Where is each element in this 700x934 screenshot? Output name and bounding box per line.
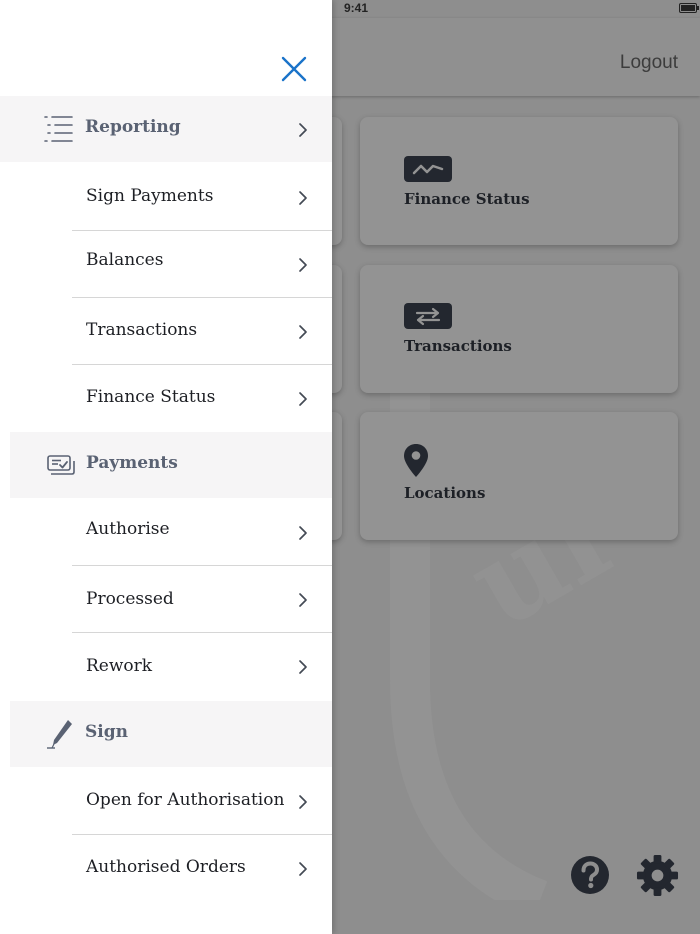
section-title: Sign [85,722,128,742]
chevron-right-icon [299,191,307,205]
battery-icon [679,3,699,13]
chevron-right-icon [299,258,307,272]
side-menu-drawer: Reporting Sign Payments Balances Transac… [0,0,332,934]
menu-section-reporting[interactable]: Reporting [0,96,332,162]
menu-item-authorised-orders[interactable]: Authorised Orders [72,835,332,902]
swap-arrows-icon [404,303,452,329]
chevron-right-icon [299,795,307,809]
help-icon[interactable] [570,855,610,895]
section-title: Reporting [85,117,181,137]
map-pin-icon [404,444,428,477]
menu-item-label: Open for Authorisation [86,790,285,810]
menu-item-label: Processed [86,589,174,609]
section-title: Payments [86,453,178,473]
menu-section-sign[interactable]: Sign [10,701,332,767]
menu-item-label: Balances [86,250,164,270]
chevron-right-icon [299,862,307,876]
chevron-right-icon [299,660,307,674]
menu-item-label: Authorised Orders [86,857,246,877]
tile-label: Transactions [404,337,512,355]
close-icon[interactable] [281,56,307,82]
gear-icon[interactable] [636,854,679,897]
locations-tile[interactable]: Locations [360,412,678,540]
tile-label: Finance Status [404,190,530,208]
chevron-right-icon [299,325,307,339]
menu-item-label: Sign Payments [86,186,214,206]
menu-item-label: Rework [86,656,153,676]
menu-item-sign-payments[interactable]: Sign Payments [72,164,332,231]
menu-item-open-for-authorisation[interactable]: Open for Authorisation [72,768,332,835]
finance-status-tile[interactable]: Finance Status [360,117,678,245]
chart-line-icon [404,156,452,182]
status-time: 9:41 [344,1,369,15]
chevron-right-icon [299,526,307,540]
menu-item-label: Finance Status [86,387,216,407]
transactions-tile[interactable]: Transactions [360,265,678,393]
pen-icon [47,720,72,749]
menu-item-transactions[interactable]: Transactions [72,298,332,365]
menu-item-rework[interactable]: Rework [72,633,332,700]
payment-check-icon [47,455,75,475]
logout-button[interactable]: Logout [620,52,678,74]
chevron-right-icon [299,593,307,607]
chevron-right-icon [299,392,307,406]
menu-item-finance-status[interactable]: Finance Status [72,365,332,432]
tile-label: Locations [404,484,486,502]
menu-section-payments[interactable]: Payments [10,432,332,498]
menu-item-label: Transactions [86,320,198,340]
list-icon [44,116,73,142]
menu-item-processed[interactable]: Processed [72,566,332,633]
chevron-right-icon [299,123,307,137]
menu-item-authorise[interactable]: Authorise [72,499,332,566]
menu-item-label: Authorise [86,519,170,539]
menu-item-balances[interactable]: Balances [72,231,332,298]
